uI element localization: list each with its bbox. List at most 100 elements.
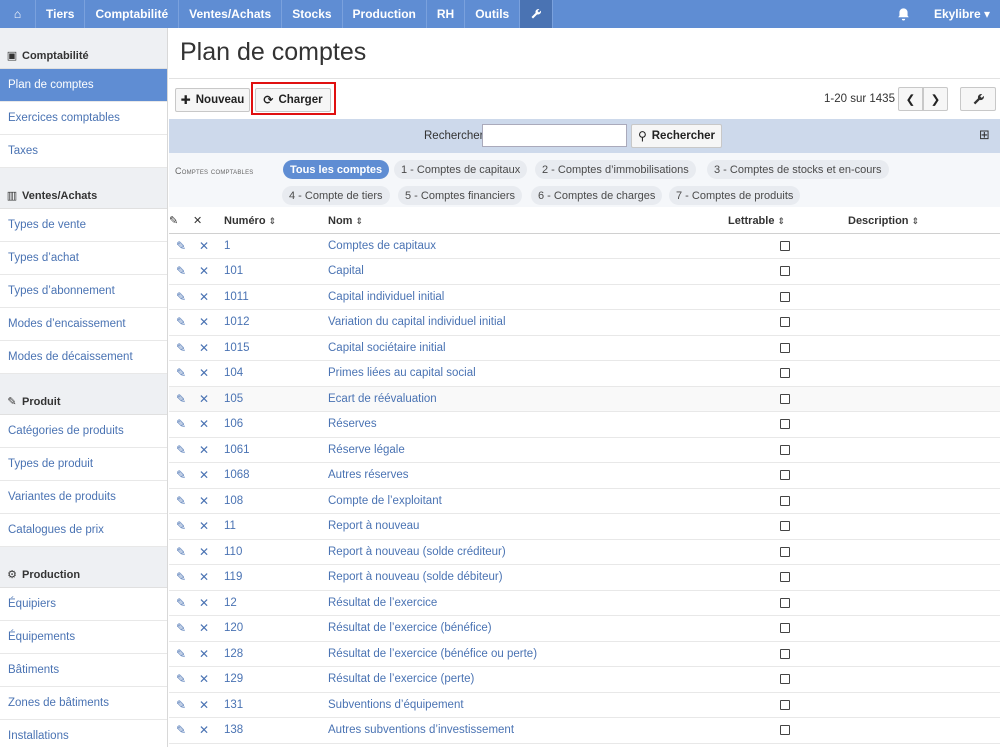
sidebar-item-installations[interactable]: Installations (0, 720, 167, 747)
account-number[interactable]: 1012 (215, 309, 328, 336)
filter-tag-class-2[interactable]: 2 - Comptes d’immobilisations (535, 160, 696, 179)
search-button[interactable]: ⚲ Rechercher (631, 124, 722, 148)
pencil-icon[interactable]: ✎ (176, 264, 186, 278)
sidebar-item-types-produit[interactable]: Types de produit (0, 448, 167, 481)
account-number[interactable]: 1011 (215, 284, 328, 310)
pencil-icon[interactable]: ✎ (176, 545, 186, 559)
close-icon[interactable]: ✕ (199, 621, 209, 635)
account-name[interactable]: Résultat de l’exercice (perte) (328, 666, 728, 693)
account-number[interactable]: 12 (215, 590, 328, 616)
sidebar-item-modes-encaissement[interactable]: Modes d’encaissement (0, 308, 167, 341)
account-name[interactable]: Variation du capital individuel initial (328, 309, 728, 336)
close-icon[interactable]: ✕ (199, 315, 209, 329)
close-icon[interactable]: ✕ (199, 698, 209, 712)
account-name[interactable]: Réserve légale (328, 437, 728, 463)
account-number[interactable]: 1015 (215, 335, 328, 361)
numero-column-header[interactable]: Numéro ⇕ (215, 209, 328, 234)
account-name[interactable]: Ecart de réévaluation (328, 386, 728, 412)
pencil-icon[interactable]: ✎ (176, 366, 186, 380)
account-name[interactable]: Autres subventions d’investissement (328, 717, 728, 744)
account-name[interactable]: Résultat de l’exercice (bénéfice) (328, 615, 728, 642)
account-number[interactable]: 120 (215, 615, 328, 642)
pencil-icon[interactable]: ✎ (176, 647, 186, 661)
pencil-icon[interactable]: ✎ (176, 443, 186, 457)
pencil-icon[interactable]: ✎ (176, 468, 186, 482)
filter-tag-class-5[interactable]: 5 - Comptes financiers (398, 186, 523, 205)
close-icon[interactable]: ✕ (199, 596, 209, 610)
sidebar-item-batiments[interactable]: Bâtiments (0, 654, 167, 687)
pencil-icon[interactable]: ✎ (176, 570, 186, 584)
account-number[interactable]: 129 (215, 666, 328, 693)
filter-tag-class-1[interactable]: 1 - Comptes de capitaux (394, 160, 528, 179)
close-icon[interactable]: ✕ (199, 341, 209, 355)
nav-comptabilite[interactable]: Comptabilité (85, 0, 180, 28)
notifications-button[interactable] (884, 0, 924, 28)
pencil-icon[interactable]: ✎ (176, 519, 186, 533)
account-number[interactable]: 105 (215, 386, 328, 412)
account-name[interactable]: Report à nouveau (solde créditeur) (328, 539, 728, 565)
account-name[interactable]: Capital (328, 258, 728, 285)
nav-ventes-achats[interactable]: Ventes/Achats (179, 0, 283, 28)
sidebar-item-types-achat[interactable]: Types d’achat (0, 242, 167, 275)
account-number[interactable]: 1 (215, 233, 328, 259)
account-number[interactable]: 101 (215, 258, 328, 285)
account-name[interactable]: Subventions d’équipement (328, 692, 728, 718)
account-number[interactable]: 108 (215, 488, 328, 514)
account-number[interactable]: 104 (215, 360, 328, 387)
list-settings-button[interactable] (960, 87, 996, 111)
account-number[interactable]: 128 (215, 641, 328, 667)
search-input[interactable] (482, 124, 627, 147)
close-icon[interactable]: ✕ (199, 570, 209, 584)
sidebar-item-equipements[interactable]: Équipements (0, 621, 167, 654)
pencil-icon[interactable]: ✎ (176, 494, 186, 508)
close-icon[interactable]: ✕ (199, 519, 209, 533)
close-icon[interactable]: ✕ (199, 647, 209, 661)
sidebar-item-modes-decaissement[interactable]: Modes de décaissement (0, 341, 167, 374)
sidebar-item-variantes-produits[interactable]: Variantes de produits (0, 481, 167, 514)
nav-settings[interactable] (520, 0, 554, 28)
lettrable-column-header[interactable]: Lettrable ⇕ (728, 209, 848, 234)
sidebar-item-types-abonnement[interactable]: Types d’abonnement (0, 275, 167, 308)
user-menu[interactable]: Ekylibre ▾ (924, 0, 1000, 28)
close-icon[interactable]: ✕ (199, 672, 209, 686)
account-name[interactable]: Capital sociétaire initial (328, 335, 728, 361)
sidebar-item-taxes[interactable]: Taxes (0, 135, 167, 168)
nav-outils[interactable]: Outils (465, 0, 521, 28)
expand-search-icon[interactable]: ⊞ (979, 127, 990, 143)
account-number[interactable]: 119 (215, 564, 328, 591)
close-icon[interactable]: ✕ (199, 366, 209, 380)
account-name[interactable]: Réserves (328, 411, 728, 438)
pencil-icon[interactable]: ✎ (176, 417, 186, 431)
home-button[interactable]: ⌂ (0, 0, 36, 28)
charger-button[interactable]: ⟳ Charger (255, 88, 331, 112)
sidebar-item-categories-produits[interactable]: Catégories de produits (0, 415, 167, 448)
account-number[interactable]: 11 (215, 513, 328, 540)
previous-page-button[interactable]: ❮ (898, 87, 923, 111)
next-page-button[interactable]: ❯ (923, 87, 948, 111)
account-name[interactable]: Comptes de capitaux (328, 233, 728, 259)
account-name[interactable]: Résultat de l’exercice (328, 590, 728, 616)
account-name[interactable]: Report à nouveau (328, 513, 728, 540)
pencil-icon[interactable]: ✎ (176, 672, 186, 686)
account-name[interactable]: Primes liées au capital social (328, 360, 728, 387)
sidebar-item-exercices[interactable]: Exercices comptables (0, 102, 167, 135)
close-icon[interactable]: ✕ (199, 545, 209, 559)
account-number[interactable]: 110 (215, 539, 328, 565)
close-icon[interactable]: ✕ (199, 468, 209, 482)
account-name[interactable]: Résultat de l’exercice (bénéfice ou pert… (328, 641, 728, 667)
pencil-icon[interactable]: ✎ (176, 596, 186, 610)
pencil-icon[interactable]: ✎ (176, 698, 186, 712)
filter-tag-all[interactable]: Tous les comptes (283, 160, 390, 179)
sidebar-item-equipiers[interactable]: Équipiers (0, 588, 167, 621)
nav-production[interactable]: Production (343, 0, 427, 28)
new-button[interactable]: ✚ Nouveau (175, 88, 250, 112)
sidebar-item-catalogues-prix[interactable]: Catalogues de prix (0, 514, 167, 547)
sidebar-item-types-vente[interactable]: Types de vente (0, 209, 167, 242)
filter-tag-class-6[interactable]: 6 - Comptes de charges (531, 186, 663, 205)
pencil-icon[interactable]: ✎ (176, 392, 186, 406)
nav-stocks[interactable]: Stocks (282, 0, 343, 28)
account-name[interactable]: Capital individuel initial (328, 284, 728, 310)
account-number[interactable]: 1068 (215, 462, 328, 489)
pencil-icon[interactable]: ✎ (176, 239, 186, 253)
pencil-icon[interactable]: ✎ (176, 315, 186, 329)
